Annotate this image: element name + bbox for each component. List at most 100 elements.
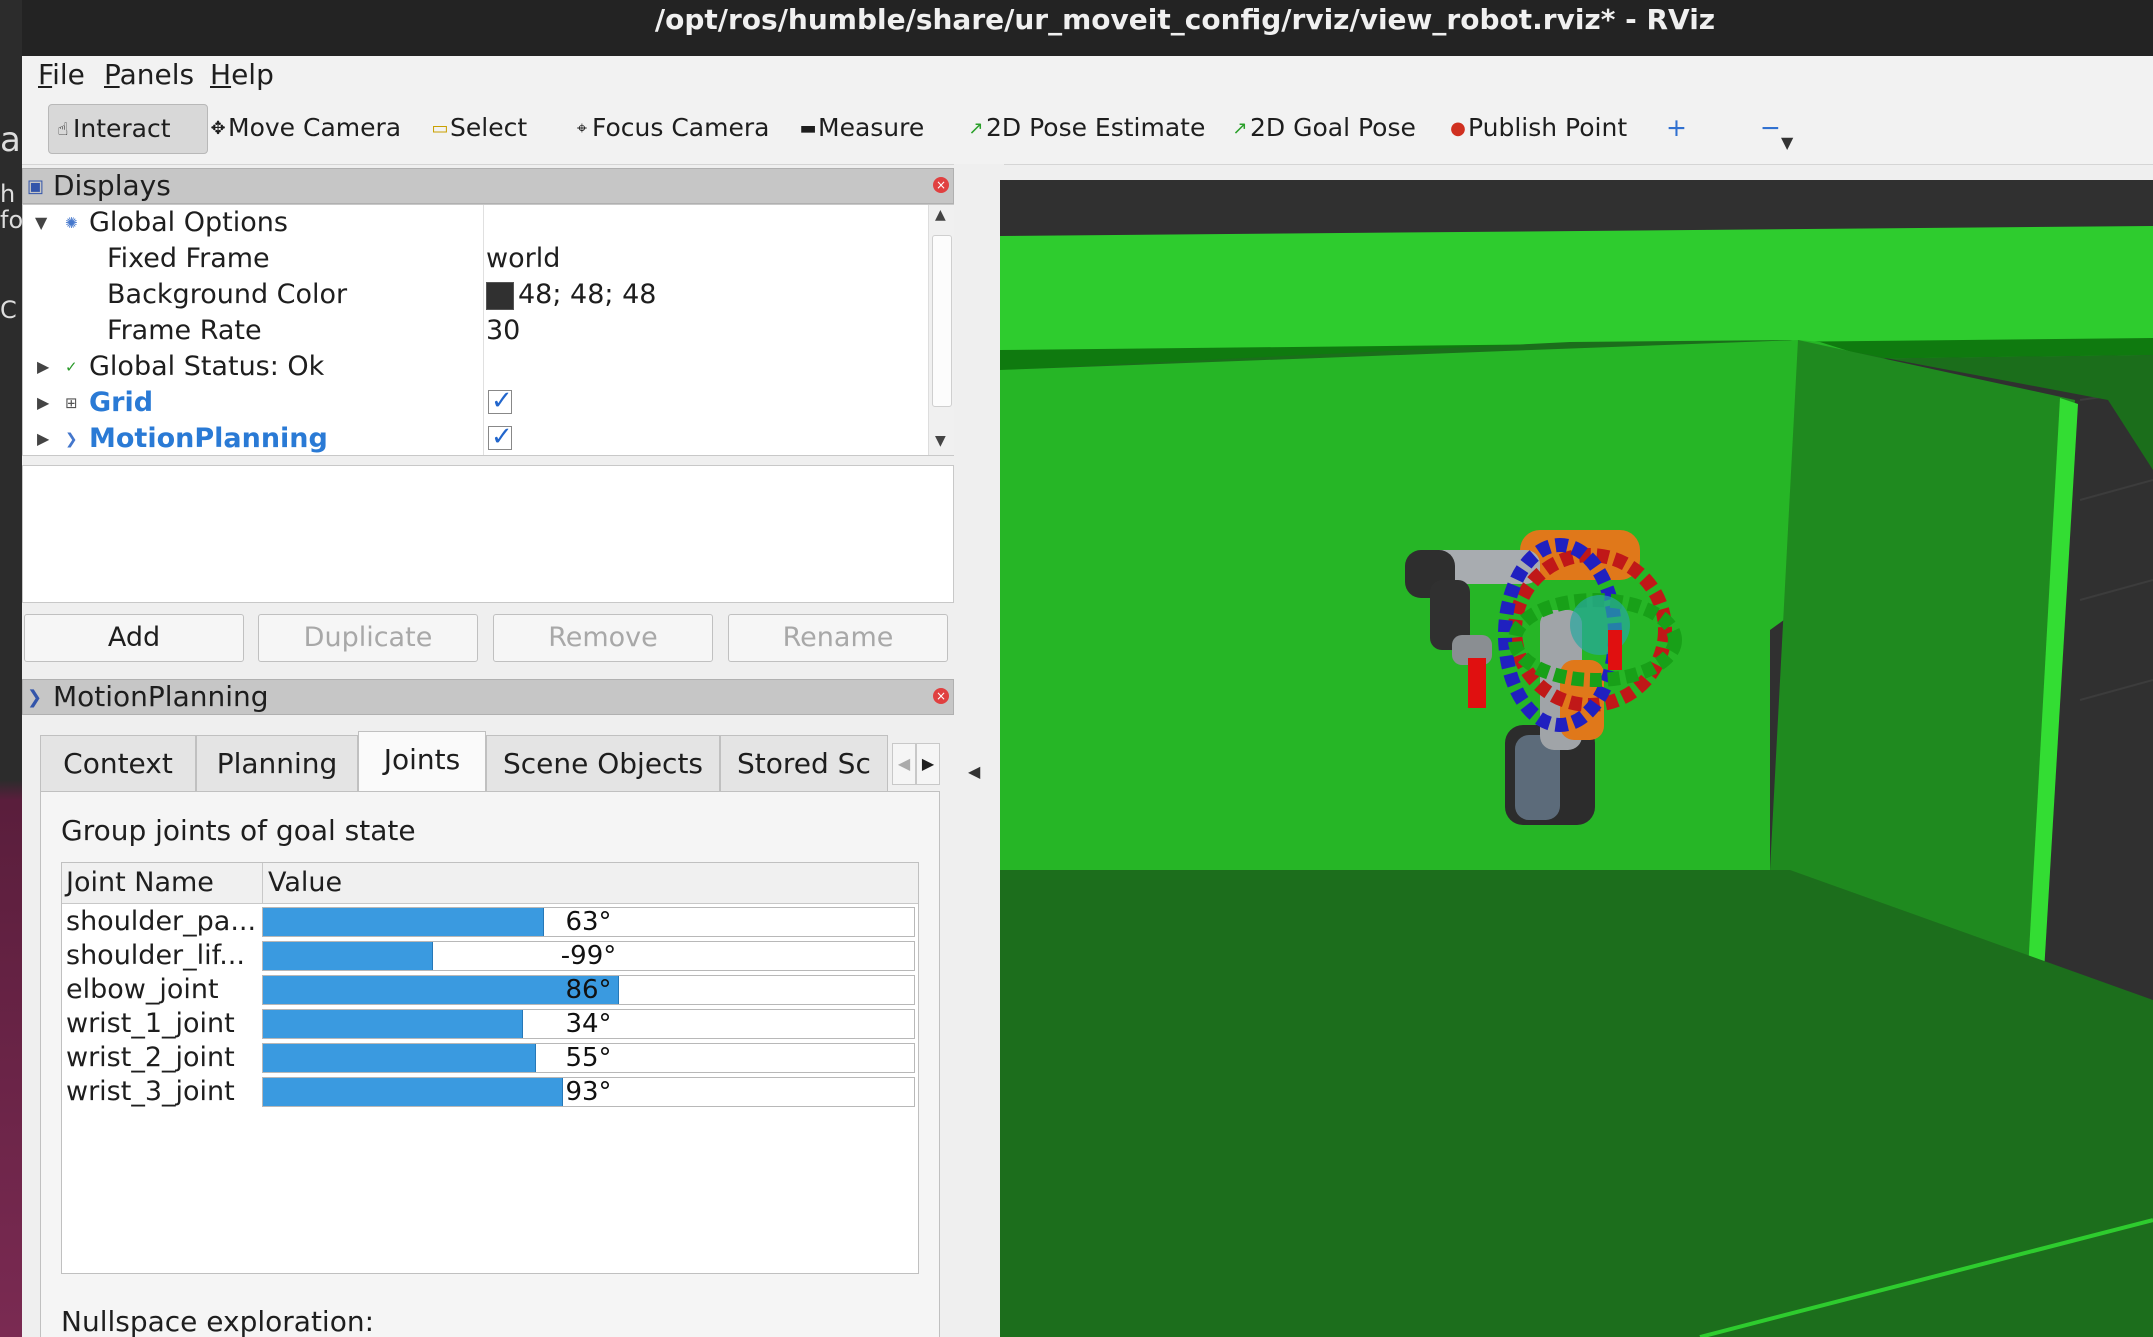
joint-name: wrist_1_joint bbox=[66, 1008, 235, 1039]
close-icon[interactable]: × bbox=[933, 688, 949, 704]
joint-value-slider[interactable]: -99° bbox=[262, 941, 915, 971]
menu-panels-label: anels bbox=[119, 58, 195, 91]
joint-value: 55° bbox=[565, 1043, 612, 1073]
motion-planning-enabled-checkbox[interactable] bbox=[488, 419, 513, 455]
select-rect-icon: ▭ bbox=[431, 118, 449, 139]
expand-down-icon[interactable]: ▼ bbox=[35, 205, 47, 241]
color-swatch[interactable] bbox=[486, 281, 514, 310]
joint-name: wrist_3_joint bbox=[66, 1076, 235, 1107]
hand-icon: ☝ bbox=[57, 119, 69, 140]
expand-right-icon[interactable]: ▶ bbox=[37, 385, 49, 421]
motion-planning-icon: ❯ bbox=[27, 687, 43, 708]
scroll-up-icon[interactable]: ▲ bbox=[935, 207, 946, 223]
tool-publish-point-label: Publish Point bbox=[1468, 113, 1628, 142]
joint-name: wrist_2_joint bbox=[66, 1042, 235, 1073]
collapse-left-icon[interactable]: ◀ bbox=[968, 762, 980, 781]
joint-name: elbow_joint bbox=[66, 974, 219, 1005]
scroll-down-icon[interactable]: ▼ bbox=[935, 433, 946, 449]
add-display-button[interactable]: Add bbox=[24, 614, 244, 662]
table-row: wrist_2_joint 55° bbox=[62, 1041, 918, 1075]
tab-bar: Context Planning Joints Scene Objects St… bbox=[40, 731, 956, 791]
add-tool-button[interactable]: + bbox=[1666, 104, 1687, 152]
tool-interact[interactable]: ☝ Interact bbox=[48, 104, 208, 154]
rename-display-button[interactable]: Rename bbox=[728, 614, 948, 662]
group-joints-label: Group joints of goal state bbox=[61, 814, 416, 847]
monitor-icon: ▣ bbox=[27, 176, 45, 197]
tab-scroll-left-icon[interactable]: ◀ bbox=[892, 743, 916, 785]
tree-label: Grid bbox=[89, 387, 154, 418]
tab-stored-scenes[interactable]: Stored Sc bbox=[720, 735, 888, 791]
joint-value: 34° bbox=[565, 1009, 612, 1039]
ruler-icon: ▬ bbox=[799, 118, 817, 139]
tab-context[interactable]: Context bbox=[40, 735, 196, 791]
green-arrow-icon: ↗ bbox=[968, 118, 984, 139]
displays-tree: ▼ ✺ Global Options Fixed Frame world Bac… bbox=[22, 204, 956, 456]
gear-icon: ✺ bbox=[65, 214, 78, 232]
joint-value-slider[interactable]: 55° bbox=[262, 1043, 915, 1073]
tab-planning[interactable]: Planning bbox=[196, 735, 358, 791]
menu-panels-mnemonic: P bbox=[104, 58, 120, 91]
panel-splitter[interactable]: ◀ bbox=[954, 164, 1004, 1337]
remove-tool-button[interactable]: −▼ bbox=[1760, 104, 1793, 152]
motion-planning-title: MotionPlanning bbox=[53, 680, 269, 713]
column-header-value[interactable]: Value bbox=[268, 863, 342, 903]
tool-move-camera[interactable]: ✥Move Camera bbox=[208, 104, 401, 152]
menu-panels[interactable]: Panels bbox=[104, 56, 194, 94]
grid-enabled-checkbox[interactable] bbox=[488, 383, 513, 419]
scene-render bbox=[1000, 180, 2153, 1337]
menu-file[interactable]: File bbox=[38, 56, 85, 94]
tool-2d-goal-pose[interactable]: ↗2D Goal Pose bbox=[1230, 104, 1415, 152]
joint-value: 63° bbox=[565, 907, 612, 937]
displays-panel-header: ▣ Displays × bbox=[22, 168, 954, 204]
joint-value: 93° bbox=[565, 1077, 612, 1107]
map-pin-icon: ● bbox=[1450, 118, 1466, 139]
duplicate-display-button[interactable]: Duplicate bbox=[258, 614, 478, 662]
rviz-window: /opt/ros/humble/share/ur_moveit_config/r… bbox=[22, 0, 2153, 1337]
joint-value-slider[interactable]: 63° bbox=[262, 907, 915, 937]
tool-publish-point[interactable]: ●Publish Point bbox=[1448, 104, 1627, 152]
title-bar[interactable]: /opt/ros/humble/share/ur_moveit_config/r… bbox=[22, 0, 2153, 56]
tool-measure[interactable]: ▬Measure bbox=[798, 104, 924, 152]
scrollbar-thumb[interactable] bbox=[932, 235, 952, 407]
tree-row-global-options[interactable]: ▼ ✺ Global Options bbox=[23, 205, 933, 241]
column-header-joint-name[interactable]: Joint Name bbox=[66, 863, 214, 903]
tab-joints[interactable]: Joints bbox=[358, 731, 486, 791]
tab-scroll-right-icon[interactable]: ▶ bbox=[916, 743, 940, 785]
menu-help[interactable]: Help bbox=[210, 56, 274, 94]
tool-focus-camera[interactable]: ⌖ Focus Camera bbox=[572, 104, 770, 152]
tree-value[interactable]: 48; 48; 48 bbox=[486, 277, 656, 313]
tool-select[interactable]: ▭Select bbox=[430, 104, 527, 152]
tab-scene-objects[interactable]: Scene Objects bbox=[486, 735, 720, 791]
motion-planning-panel-header: ❯ MotionPlanning × bbox=[22, 679, 954, 715]
tree-row-frame-rate[interactable]: Frame Rate 30 bbox=[23, 313, 933, 349]
joint-table-header: Joint Name Value bbox=[62, 863, 918, 904]
tree-value[interactable]: world bbox=[486, 241, 560, 277]
tree-row-fixed-frame[interactable]: Fixed Frame world bbox=[23, 241, 933, 277]
joint-value-slider[interactable]: 86° bbox=[262, 975, 915, 1005]
remove-display-button[interactable]: Remove bbox=[493, 614, 713, 662]
3d-viewport[interactable] bbox=[1000, 180, 2153, 1337]
tree-row-global-status[interactable]: ▶ ✓ Global Status: Ok bbox=[23, 349, 933, 385]
tree-row-background-color[interactable]: Background Color 48; 48; 48 bbox=[23, 277, 933, 313]
tool-2d-pose-estimate[interactable]: ↗2D Pose Estimate bbox=[966, 104, 1205, 152]
motion-planning-icon: ❯ bbox=[65, 430, 78, 448]
green-arrow-icon: ↗ bbox=[1232, 118, 1248, 139]
displays-scrollbar[interactable]: ▲ ▼ bbox=[928, 205, 955, 455]
joint-value-slider[interactable]: 93° bbox=[262, 1077, 915, 1107]
tool-focus-camera-label: Focus Camera bbox=[592, 113, 770, 142]
tree-value[interactable]: 30 bbox=[486, 313, 520, 349]
table-row: shoulder_pa... 63° bbox=[62, 905, 918, 939]
tool-interact-label: Interact bbox=[73, 114, 171, 143]
joint-value-slider[interactable]: 34° bbox=[262, 1009, 915, 1039]
desktop-text-fragment: fo bbox=[0, 206, 24, 234]
expand-right-icon[interactable]: ▶ bbox=[37, 421, 49, 455]
tree-row-motion-planning[interactable]: ▶ ❯ MotionPlanning bbox=[23, 419, 933, 455]
joint-value: -99° bbox=[560, 941, 617, 971]
table-row: wrist_1_joint 34° bbox=[62, 1007, 918, 1041]
menu-file-label: ile bbox=[52, 58, 85, 91]
joint-table: Joint Name Value shoulder_pa... 63° shou… bbox=[61, 862, 919, 1274]
expand-right-icon[interactable]: ▶ bbox=[37, 349, 49, 385]
close-icon[interactable]: × bbox=[933, 177, 949, 193]
plus-icon: + bbox=[1666, 113, 1687, 142]
tree-row-grid[interactable]: ▶ ⊞ Grid bbox=[23, 383, 933, 421]
